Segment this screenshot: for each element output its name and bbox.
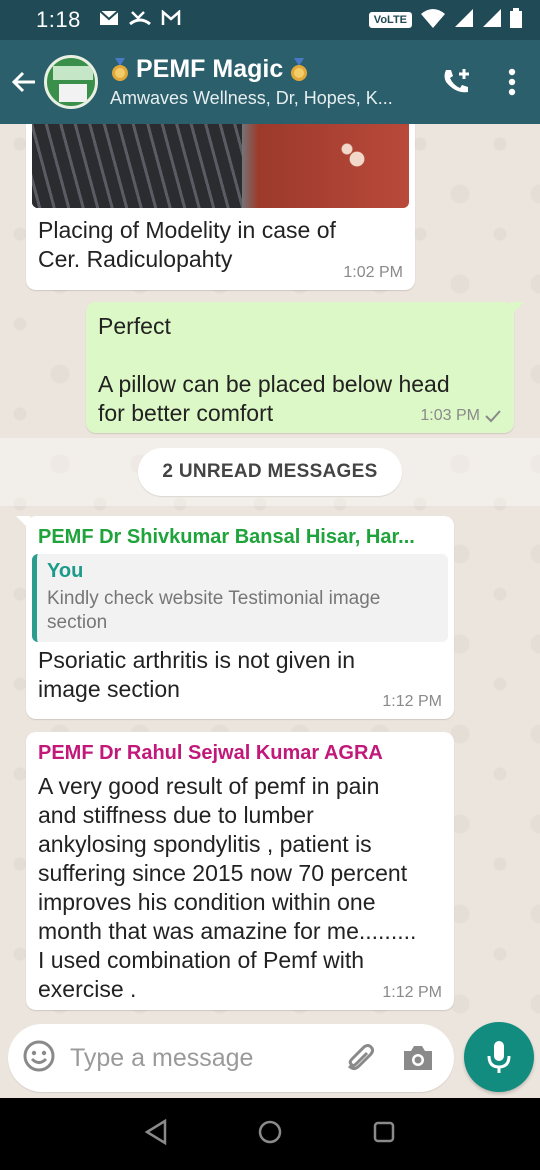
back-button[interactable] — [4, 40, 44, 124]
message-time: 1:12 PM — [382, 693, 442, 710]
battery-icon — [510, 7, 522, 33]
nav-recents-button[interactable] — [372, 1120, 396, 1149]
outgoing-message[interactable]: Perfect A pillow can be placed below hea… — [86, 302, 524, 433]
volte-badge: VoLTE — [368, 12, 412, 28]
quoted-message[interactable]: You Kindly check website Testimonial ima… — [32, 554, 448, 642]
unread-messages-label: 2 UNREAD MESSAGES — [138, 448, 402, 496]
add-call-icon — [444, 69, 469, 93]
emoji-button[interactable] — [22, 1039, 56, 1078]
message-text: Psoriatic arthritis is not given in imag… — [38, 647, 356, 702]
sender-name[interactable]: PEMF Dr Shivkumar Bansal Hisar, Har... — [38, 526, 415, 549]
chat-title: PEMF Magic — [110, 55, 428, 84]
more-options-button[interactable] — [484, 40, 540, 124]
microphone-icon — [487, 1041, 511, 1073]
message-input[interactable]: Type a message — [70, 1044, 324, 1073]
sender-name[interactable]: PEMF Dr Rahul Sejwal Kumar AGRA — [38, 742, 383, 765]
group-info[interactable]: PEMF Magic Amwaves Wellness, Dr, Hopes, … — [110, 55, 428, 109]
message-text: A very good result of pemf in pain and s… — [38, 773, 417, 1002]
wifi-icon — [420, 8, 446, 33]
incoming-message[interactable]: PEMF Dr Shivkumar Bansal Hisar, Har... Y… — [16, 516, 454, 719]
message-composer: Type a message — [8, 1024, 454, 1092]
message-time: 1:12 PM — [382, 984, 442, 1001]
camera-button[interactable] — [396, 1036, 440, 1080]
nav-recents-icon — [373, 1121, 394, 1142]
image-message[interactable]: Placing of Modelity in case of Cer. Radi… — [26, 124, 415, 290]
nav-home-button[interactable] — [257, 1119, 283, 1150]
medal-icon — [110, 57, 130, 82]
missed-call-icon — [128, 9, 151, 32]
message-photo[interactable] — [32, 124, 409, 208]
nav-back-button[interactable] — [144, 1118, 168, 1150]
chat-title-text: PEMF Magic — [136, 55, 284, 83]
sent-check-icon — [485, 410, 501, 423]
nav-home-icon — [258, 1120, 282, 1143]
quoted-text: Kindly check website Testimonial image s… — [47, 588, 381, 633]
add-call-button[interactable] — [428, 40, 484, 124]
signal-2-icon — [482, 8, 502, 33]
camera-icon — [404, 1046, 432, 1070]
chat-area[interactable]: Placing of Modelity in case of Cer. Radi… — [0, 124, 540, 1024]
more-vert-icon — [508, 68, 516, 96]
back-arrow-icon — [11, 71, 35, 93]
chat-subtitle: Amwaves Wellness, Dr, Hopes, K... — [110, 88, 393, 108]
message-time: 1:02 PM — [343, 264, 403, 281]
nav-back-icon — [144, 1118, 167, 1145]
mail-icon — [99, 9, 119, 31]
group-avatar[interactable] — [44, 55, 98, 109]
signal-icon — [454, 8, 474, 33]
status-time: 1:18 — [36, 7, 81, 32]
quoted-sender: You — [47, 560, 84, 582]
incoming-message[interactable]: PEMF Dr Rahul Sejwal Kumar AGRA A very g… — [26, 732, 454, 1010]
attach-button[interactable] — [338, 1036, 382, 1080]
voice-message-button[interactable] — [464, 1022, 534, 1092]
gmail-icon — [161, 8, 181, 31]
emoji-icon — [23, 1040, 55, 1071]
system-nav-bar — [0, 1098, 540, 1170]
status-bar: 1:18 VoLTE — [0, 0, 540, 40]
chat-header: PEMF Magic Amwaves Wellness, Dr, Hopes, … — [0, 40, 540, 124]
medal-icon — [289, 57, 309, 82]
message-time: 1:03 PM — [420, 407, 502, 425]
paperclip-icon — [347, 1044, 374, 1070]
